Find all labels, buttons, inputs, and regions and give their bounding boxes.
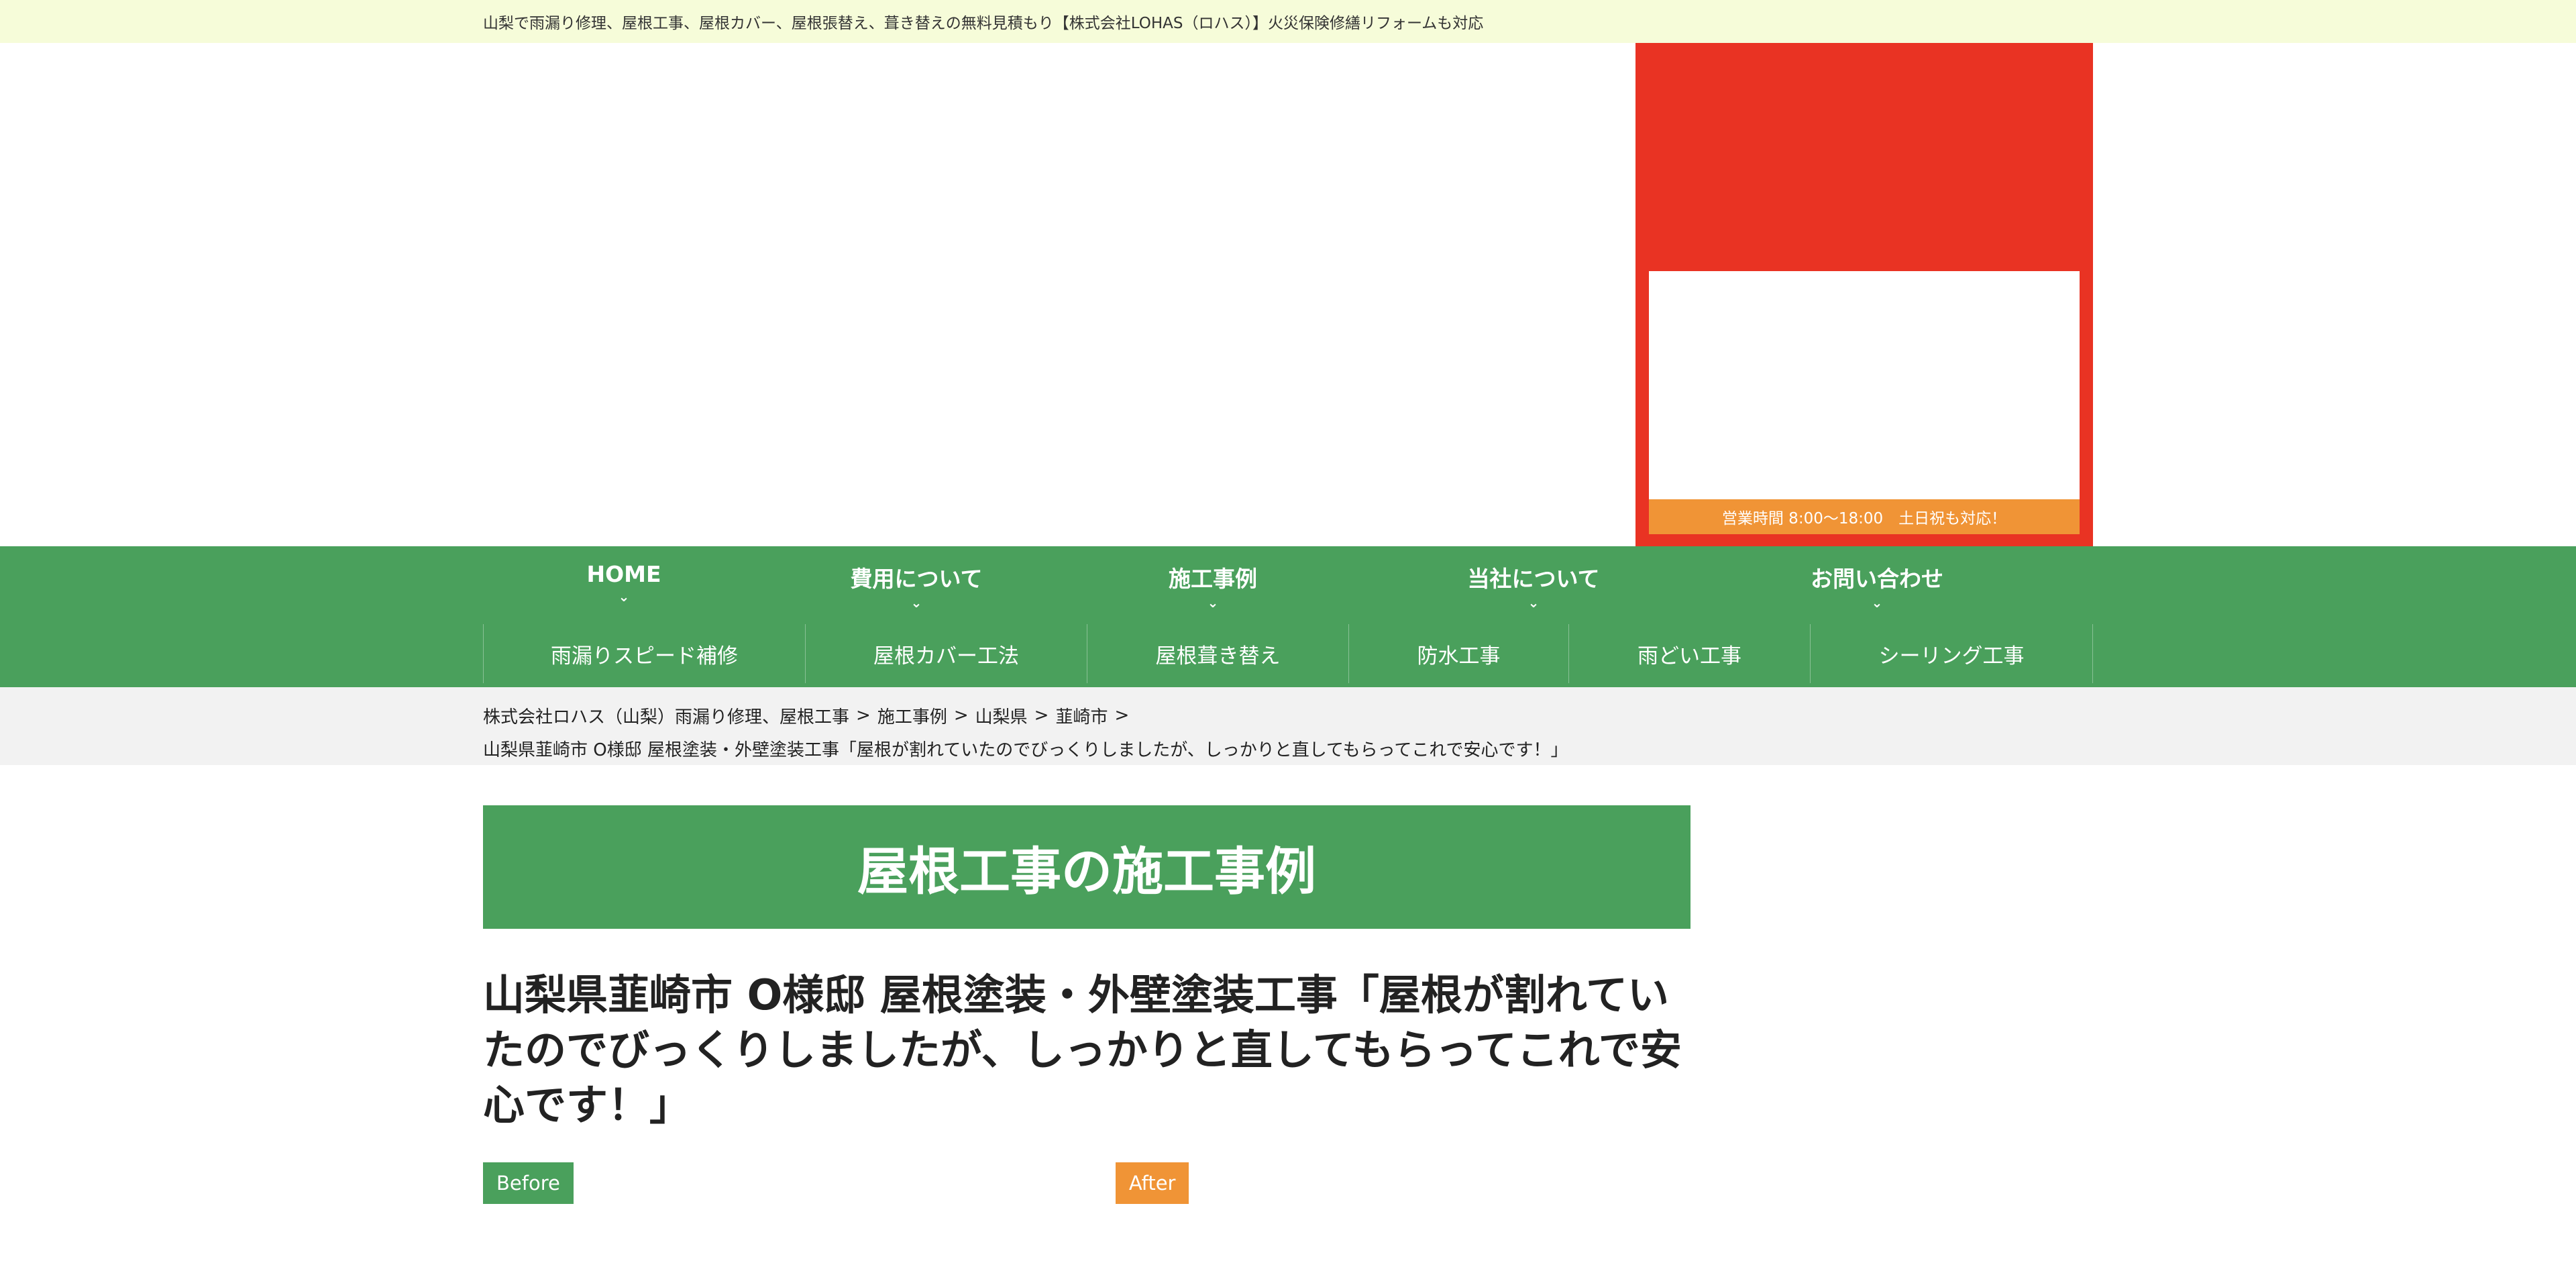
business-hours: 営業時間 8:00〜18:00 土日祝も対応！ bbox=[1649, 499, 2080, 534]
nav-item-works[interactable]: 施工事例 ⌄ bbox=[1068, 561, 1358, 624]
global-nav: HOME ⌄ 費用について ⌄ 施工事例 ⌄ 当社について ⌄ お問い合わせ ⌄… bbox=[0, 546, 2576, 687]
breadcrumb-link-city[interactable]: 韮崎市 bbox=[1055, 703, 1108, 728]
subnav-item-waterproofing[interactable]: 防水工事 bbox=[1348, 624, 1568, 683]
breadcrumb-separator: > bbox=[856, 705, 871, 725]
breadcrumb-link-prefecture[interactable]: 山梨県 bbox=[975, 703, 1028, 728]
section-heading: 屋根工事の施工事例 bbox=[483, 805, 1690, 929]
sub-nav: 雨漏りスピード補修 屋根カバー工法 屋根葺き替え 防水工事 雨どい工事 シーリン… bbox=[483, 624, 2093, 683]
chevron-down-icon: ⌄ bbox=[1527, 595, 1540, 611]
site-header: 営業時間 8:00〜18:00 土日祝も対応！ bbox=[0, 43, 2576, 546]
chevron-down-icon: ⌄ bbox=[618, 589, 630, 605]
nav-item-contact[interactable]: お問い合わせ ⌄ bbox=[1709, 561, 2045, 624]
logo-area[interactable] bbox=[483, 43, 1623, 546]
nav-item-pricing[interactable]: 費用について ⌄ bbox=[765, 561, 1068, 624]
main-nav: HOME ⌄ 費用について ⌄ 施工事例 ⌄ 当社について ⌄ お問い合わせ ⌄ bbox=[483, 546, 2093, 624]
top-bar: 山梨で雨漏り修理、屋根工事、屋根カバー、屋根張替え、葺き替えの無料見積もり【株式… bbox=[0, 0, 2576, 43]
breadcrumb-separator: > bbox=[1114, 705, 1130, 725]
breadcrumb-separator: > bbox=[953, 705, 969, 725]
chevron-down-icon: ⌄ bbox=[910, 595, 922, 611]
main-content: 屋根工事の施工事例 山梨県韮崎市 O様邸 屋根塗装・外壁塗装工事「屋根が割れてい… bbox=[0, 765, 2576, 1204]
nav-item-about[interactable]: 当社について ⌄ bbox=[1358, 561, 1709, 624]
breadcrumb-separator: > bbox=[1034, 705, 1049, 725]
nav-item-label: 費用について bbox=[850, 566, 983, 592]
contact-box[interactable]: 営業時間 8:00〜18:00 土日祝も対応！ bbox=[1635, 43, 2093, 546]
chevron-down-icon: ⌄ bbox=[1207, 595, 1219, 611]
breadcrumb: 株式会社ロハス（山梨）雨漏り修理、屋根工事 > 施工事例 > 山梨県 > 韮崎市… bbox=[0, 687, 2576, 765]
after-badge: After bbox=[1115, 1162, 1189, 1204]
breadcrumb-link-home[interactable]: 株式会社ロハス（山梨）雨漏り修理、屋根工事 bbox=[483, 703, 849, 728]
before-badge: Before bbox=[483, 1162, 574, 1204]
subnav-item-leak-repair[interactable]: 雨漏りスピード補修 bbox=[483, 624, 805, 683]
subnav-item-reroofing[interactable]: 屋根葺き替え bbox=[1087, 624, 1348, 683]
breadcrumb-link-works[interactable]: 施工事例 bbox=[877, 703, 947, 728]
breadcrumb-current: 山梨県韮崎市 O様邸 屋根塗装・外壁塗装工事「屋根が割れていたのでびっくりしまし… bbox=[483, 740, 1568, 760]
nav-item-label: 当社について bbox=[1467, 566, 1600, 592]
nav-item-label: お問い合わせ bbox=[1811, 566, 1943, 592]
nav-item-label: 施工事例 bbox=[1169, 566, 1257, 592]
nav-item-home[interactable]: HOME ⌄ bbox=[483, 561, 765, 624]
subnav-item-sealing[interactable]: シーリング工事 bbox=[1810, 624, 2093, 683]
site-tagline: 山梨で雨漏り修理、屋根工事、屋根カバー、屋根張替え、葺き替えの無料見積もり【株式… bbox=[483, 15, 1484, 32]
before-after-labels: Before After bbox=[483, 1162, 2093, 1204]
subnav-item-gutter[interactable]: 雨どい工事 bbox=[1568, 624, 1810, 683]
page-title: 山梨県韮崎市 O様邸 屋根塗装・外壁塗装工事「屋根が割れていたのでびっくりしまし… bbox=[483, 970, 1682, 1129]
breadcrumb-trail: 株式会社ロハス（山梨）雨漏り修理、屋根工事 > 施工事例 > 山梨県 > 韮崎市… bbox=[483, 697, 2093, 734]
contact-phone-panel[interactable] bbox=[1649, 271, 2080, 499]
nav-item-label: HOME bbox=[586, 561, 661, 587]
subnav-item-cover-method[interactable]: 屋根カバー工法 bbox=[805, 624, 1087, 683]
chevron-down-icon: ⌄ bbox=[1871, 595, 1883, 611]
